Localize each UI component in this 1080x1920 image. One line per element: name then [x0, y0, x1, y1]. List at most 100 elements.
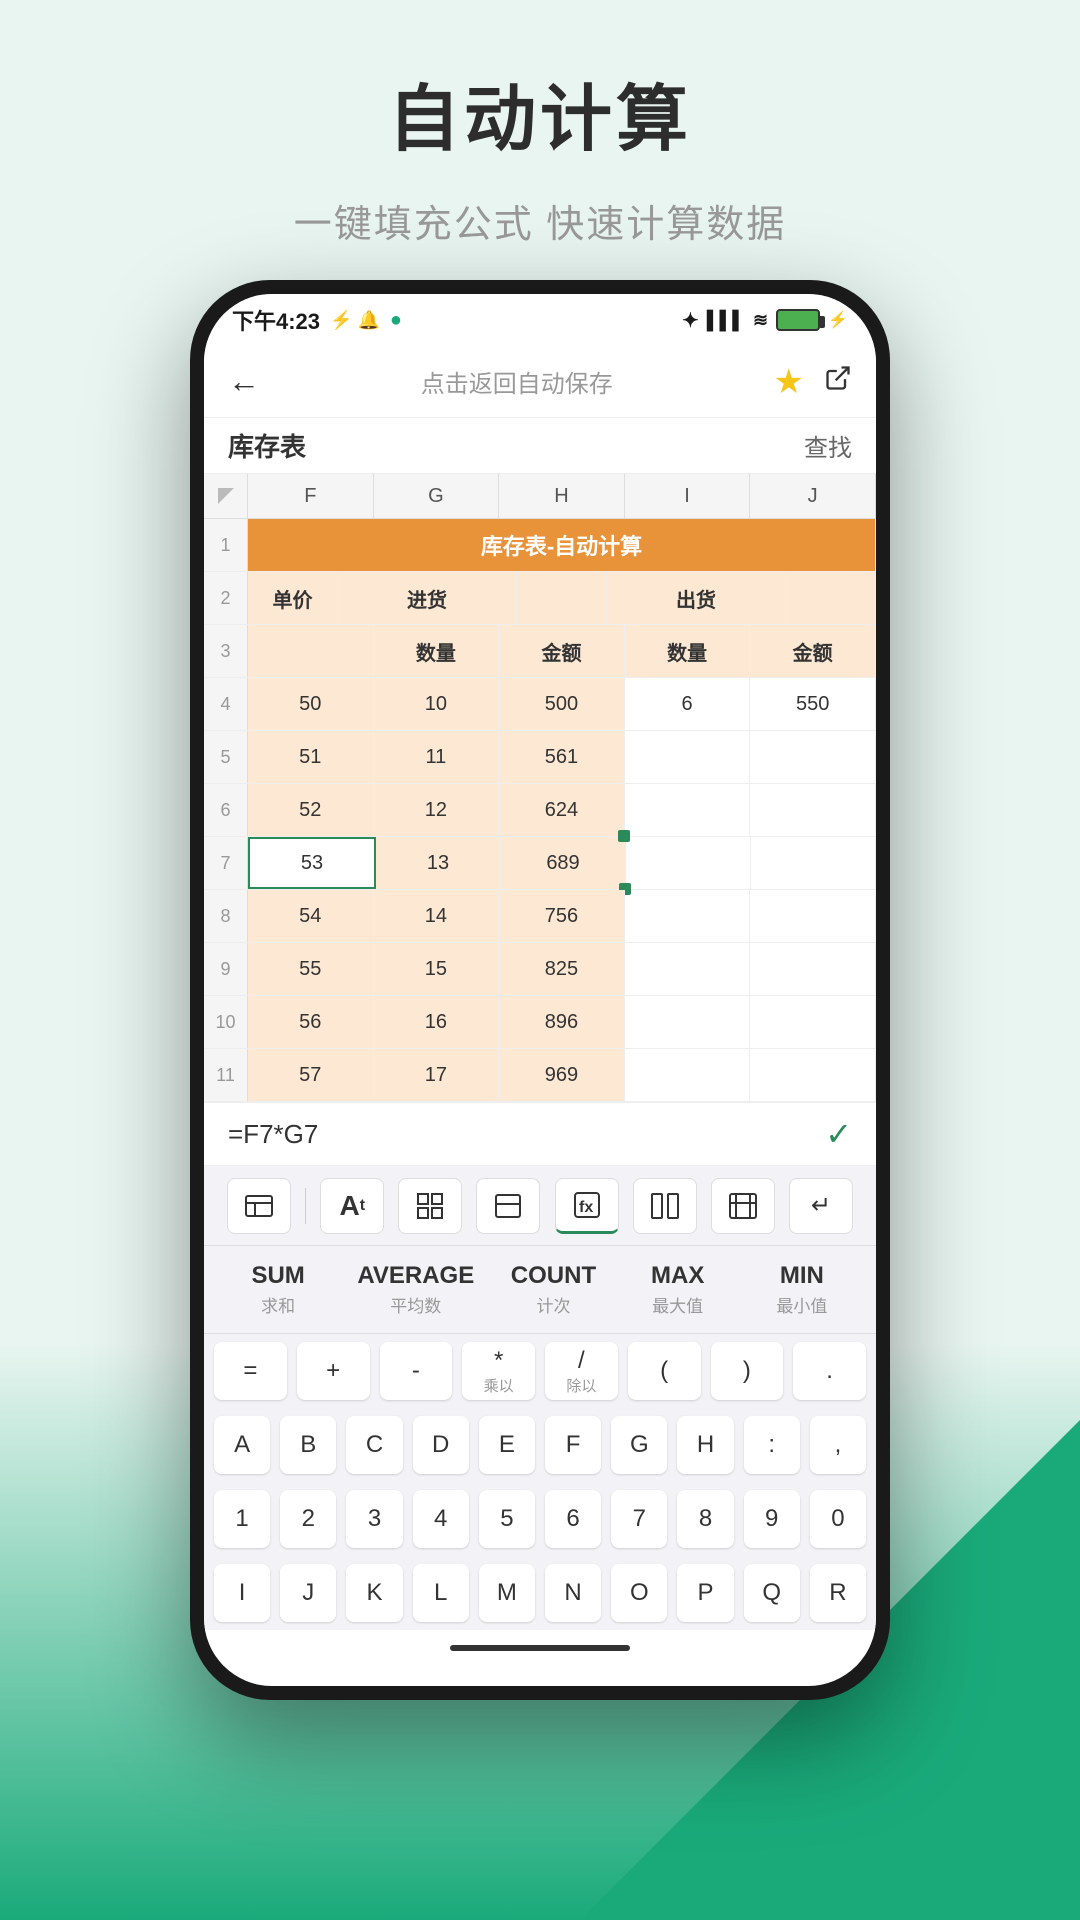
cell-9-g[interactable]: 15: [374, 943, 500, 995]
cell-2-f[interactable]: 单价: [248, 572, 338, 624]
fill-handle-top[interactable]: [618, 830, 630, 842]
key-divide[interactable]: / 除以: [545, 1342, 618, 1400]
key-0[interactable]: 0: [810, 1490, 866, 1548]
cell-8-j[interactable]: [750, 890, 876, 942]
cell-3-f[interactable]: [248, 625, 374, 677]
key-4[interactable]: 4: [413, 1490, 469, 1548]
key-comma[interactable]: ,: [810, 1416, 866, 1474]
cell-6-j[interactable]: [750, 784, 876, 836]
cell-4-j[interactable]: 550: [750, 678, 876, 730]
cell-4-f[interactable]: 50: [248, 678, 374, 730]
key-l[interactable]: L: [413, 1564, 469, 1622]
cell-10-g[interactable]: 16: [374, 996, 500, 1048]
cell-4-i[interactable]: 6: [625, 678, 751, 730]
cell-7-g[interactable]: 13: [376, 837, 501, 889]
key-rparen[interactable]: ): [711, 1342, 784, 1400]
max-function-btn[interactable]: MAX 最大值: [633, 1262, 723, 1317]
count-function-btn[interactable]: COUNT 计次: [508, 1262, 598, 1317]
cell-8-g[interactable]: 14: [374, 890, 500, 942]
back-button[interactable]: ←: [228, 363, 260, 400]
key-k[interactable]: K: [346, 1564, 402, 1622]
cell-5-j[interactable]: [750, 731, 876, 783]
cell-5-i[interactable]: [625, 731, 751, 783]
merged-title-cell[interactable]: 库存表-自动计算: [248, 519, 876, 571]
key-c[interactable]: C: [346, 1416, 402, 1474]
key-j[interactable]: J: [280, 1564, 336, 1622]
key-m[interactable]: M: [479, 1564, 535, 1622]
key-8[interactable]: 8: [677, 1490, 733, 1548]
cell-3-i[interactable]: 数量: [625, 625, 751, 677]
formula-confirm-button[interactable]: ✓: [825, 1115, 852, 1153]
cell-2-g[interactable]: 进货: [338, 572, 517, 624]
key-d[interactable]: D: [413, 1416, 469, 1474]
key-lparen[interactable]: (: [628, 1342, 701, 1400]
key-equals[interactable]: =: [214, 1342, 287, 1400]
cell-7-i[interactable]: [626, 837, 751, 889]
cell-8-f[interactable]: 54: [248, 890, 374, 942]
cell-6-h[interactable]: 624: [499, 784, 625, 836]
cell-6-i[interactable]: [625, 784, 751, 836]
share-button[interactable]: [824, 364, 852, 399]
table-icon-btn[interactable]: [227, 1178, 291, 1234]
key-o[interactable]: O: [611, 1564, 667, 1622]
cell-11-h[interactable]: 969: [499, 1049, 625, 1101]
min-function-btn[interactable]: MIN 最小值: [757, 1262, 847, 1317]
key-g[interactable]: G: [611, 1416, 667, 1474]
cell-3-h[interactable]: 金额: [499, 625, 625, 677]
average-function-btn[interactable]: AVERAGE 平均数: [357, 1262, 474, 1317]
sum-function-btn[interactable]: SUM 求和: [233, 1262, 323, 1317]
cell-11-i[interactable]: [625, 1049, 751, 1101]
cell-9-h[interactable]: 825: [499, 943, 625, 995]
key-n[interactable]: N: [545, 1564, 601, 1622]
merge-icon-btn[interactable]: [633, 1178, 697, 1234]
cell-2-j[interactable]: [786, 572, 876, 624]
cell-format-icon-btn[interactable]: [711, 1178, 775, 1234]
key-dot[interactable]: .: [793, 1342, 866, 1400]
key-2[interactable]: 2: [280, 1490, 336, 1548]
cell-3-j[interactable]: 金额: [750, 625, 876, 677]
key-r[interactable]: R: [810, 1564, 866, 1622]
cell-10-j[interactable]: [750, 996, 876, 1048]
cell-7-h[interactable]: 689: [501, 837, 626, 889]
cell-7-f[interactable]: 53: [248, 837, 376, 889]
cell-9-i[interactable]: [625, 943, 751, 995]
cell-6-f[interactable]: 52: [248, 784, 374, 836]
cell-2-i[interactable]: 出货: [607, 572, 786, 624]
key-e[interactable]: E: [479, 1416, 535, 1474]
cell-5-g[interactable]: 11: [374, 731, 500, 783]
key-6[interactable]: 6: [545, 1490, 601, 1548]
cell-9-f[interactable]: 55: [248, 943, 374, 995]
key-plus[interactable]: +: [297, 1342, 370, 1400]
cell-11-j[interactable]: [750, 1049, 876, 1101]
cell-10-f[interactable]: 56: [248, 996, 374, 1048]
enter-icon-btn[interactable]: ↵: [789, 1178, 853, 1234]
key-5[interactable]: 5: [479, 1490, 535, 1548]
key-7[interactable]: 7: [611, 1490, 667, 1548]
split-icon-btn[interactable]: [476, 1178, 540, 1234]
key-i[interactable]: I: [214, 1564, 270, 1622]
cell-5-f[interactable]: 51: [248, 731, 374, 783]
cell-7-j[interactable]: [751, 837, 876, 889]
key-q[interactable]: Q: [744, 1564, 800, 1622]
find-button[interactable]: 查找: [804, 428, 852, 463]
key-a[interactable]: A: [214, 1416, 270, 1474]
cell-10-h[interactable]: 896: [499, 996, 625, 1048]
cell-11-g[interactable]: 17: [374, 1049, 500, 1101]
cell-4-h[interactable]: 500: [499, 678, 625, 730]
key-1[interactable]: 1: [214, 1490, 270, 1548]
cell-6-g[interactable]: 12: [374, 784, 500, 836]
cell-10-i[interactable]: [625, 996, 751, 1048]
key-colon[interactable]: :: [744, 1416, 800, 1474]
key-minus[interactable]: -: [380, 1342, 453, 1400]
key-p[interactable]: P: [677, 1564, 733, 1622]
favorite-button[interactable]: ★: [774, 362, 804, 402]
formula-icon-btn[interactable]: fx: [555, 1178, 619, 1234]
cell-8-i[interactable]: [625, 890, 751, 942]
formula-text[interactable]: =F7*G7: [228, 1119, 318, 1150]
cell-3-g[interactable]: 数量: [374, 625, 500, 677]
key-3[interactable]: 3: [346, 1490, 402, 1548]
cell-4-g[interactable]: 10: [374, 678, 500, 730]
text-icon-btn[interactable]: At: [320, 1178, 384, 1234]
key-multiply[interactable]: * 乘以: [462, 1342, 535, 1400]
cell-11-f[interactable]: 57: [248, 1049, 374, 1101]
